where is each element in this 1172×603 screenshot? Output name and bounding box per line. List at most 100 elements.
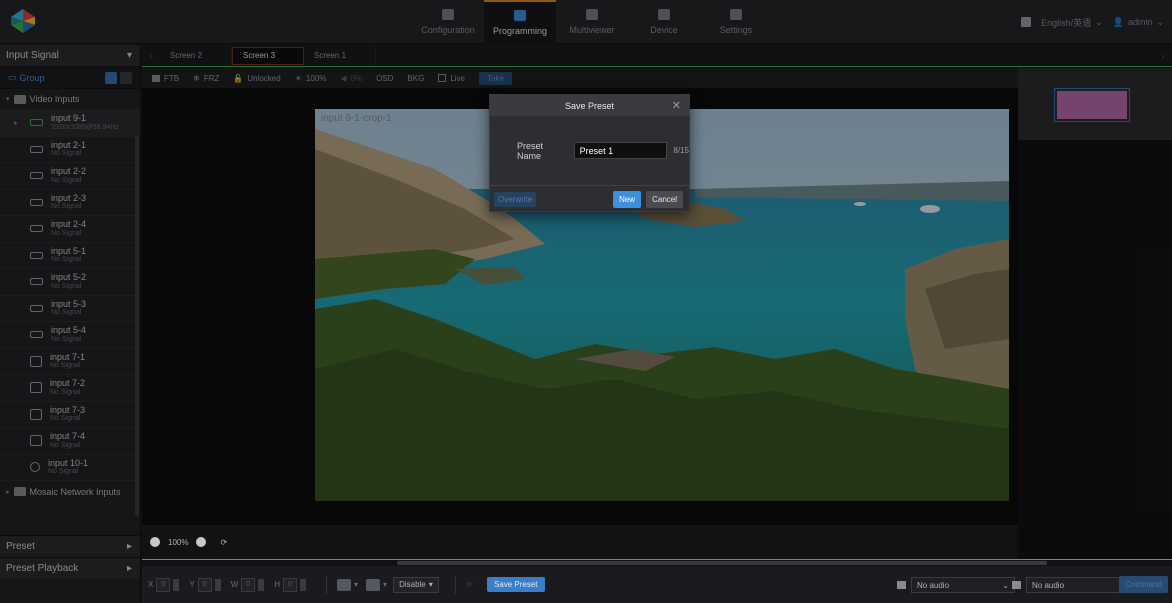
preset-playback-label: Preset Playback <box>6 563 79 574</box>
input-signal-status: No Signal <box>50 441 81 449</box>
preset-section[interactable]: Preset ▸ <box>0 535 140 557</box>
input-item[interactable]: input 5-1 No Signal <box>0 241 140 269</box>
tab-device[interactable]: Device <box>628 0 700 44</box>
language-label: English/英语 <box>1041 17 1092 28</box>
h-spinner[interactable] <box>300 578 307 591</box>
cancel-button[interactable]: Cancel <box>646 190 683 208</box>
tab-screen-1[interactable]: Screen 1 <box>304 46 376 65</box>
w-input[interactable]: 0 <box>241 577 256 592</box>
sidebar-scrollbar[interactable] <box>135 136 139 516</box>
star-icon[interactable]: ☆ <box>466 580 473 589</box>
layout-icon[interactable] <box>337 578 352 591</box>
configuration-icon <box>442 9 454 20</box>
w-field[interactable]: W0 <box>231 577 265 592</box>
input-item[interactable]: input 7-1 No Signal <box>0 347 140 375</box>
zoom-in-icon[interactable] <box>196 537 207 547</box>
hdmi-port-icon <box>30 145 43 153</box>
input-name: input 5-2 <box>51 272 87 283</box>
input-item[interactable]: input 5-3 No Signal <box>0 294 140 322</box>
close-icon[interactable]: ✕ <box>672 99 681 112</box>
preset-name-input[interactable]: Preset 1 <box>573 142 668 159</box>
live-toggle[interactable]: Live <box>438 74 465 83</box>
frz-button[interactable]: ❄ FRZ <box>193 74 219 83</box>
zoom-value: 100% <box>168 537 189 547</box>
input-item[interactable]: input 7-2 No Signal <box>0 374 140 401</box>
bkg-button[interactable]: BKG <box>407 74 424 83</box>
ftb-button[interactable]: FTB <box>152 74 179 83</box>
audio-select-2[interactable]: No audio⌄ <box>1012 577 1130 593</box>
y-spinner[interactable] <box>214 578 221 591</box>
input-item[interactable]: input 10-1 No Signal <box>0 453 140 481</box>
lock-button[interactable]: 🔓 Unlocked <box>233 74 280 83</box>
reset-zoom-icon[interactable]: ⟳ <box>220 538 227 547</box>
top-right-controls: English/英语 ⌄ 👤 admin ⌄ <box>1021 0 1164 44</box>
dvi-port-icon <box>30 355 42 367</box>
chevron-down-icon[interactable]: ▾ <box>383 580 387 589</box>
input-item[interactable]: input 5-4 No Signal <box>0 321 140 348</box>
dialog-title: Save Preset <box>564 100 615 111</box>
canvas-horizontal-scrollbar[interactable] <box>142 559 1172 565</box>
input-item[interactable]: ▸ input 9-1 1920x1080@59.94Hz <box>0 109 140 136</box>
language-select[interactable]: English/英语 ⌄ <box>1041 16 1103 29</box>
preset-playback-section[interactable]: Preset Playback ▸ <box>0 557 140 579</box>
disable-select[interactable]: Disable ▾ <box>393 576 439 593</box>
tab-screen-3[interactable]: Screen 3 <box>232 46 304 65</box>
group-button[interactable]: ▭ Group <box>8 72 45 83</box>
x-field[interactable]: X0 <box>148 577 180 592</box>
folder-icon <box>13 487 26 496</box>
input-signal-status: No Signal <box>51 309 82 317</box>
grid-view-icon[interactable] <box>120 71 132 84</box>
new-button[interactable]: New <box>613 190 642 208</box>
tab-screen-2[interactable]: Screen 2 <box>160 46 232 65</box>
input-signal-status: No Signal <box>51 150 82 158</box>
osd-button[interactable]: OSD <box>376 74 393 83</box>
h-field[interactable]: H0 <box>274 577 307 592</box>
take-button[interactable]: Take <box>479 71 512 85</box>
input-signal-header[interactable]: Input Signal ▾ <box>0 45 140 67</box>
input-item[interactable]: input 5-2 No Signal <box>0 268 140 295</box>
overwrite-button[interactable]: Overwrite <box>494 191 537 207</box>
chevron-down-icon: ▾ <box>428 580 433 589</box>
audio-select-1[interactable]: No audio ⌄ <box>897 577 1015 593</box>
zoom-out-icon[interactable] <box>150 537 160 547</box>
caret-right-icon[interactable]: ▸ <box>14 119 22 127</box>
mosaic-network-inputs-group[interactable]: ▸ Mosaic Network Inputs <box>0 480 140 502</box>
tab-multiviewer[interactable]: Multiviewer <box>556 0 628 44</box>
screen-thumbnail[interactable] <box>1054 88 1130 122</box>
settings-icon <box>730 9 742 20</box>
live-checkbox[interactable] <box>438 74 447 82</box>
volume-control[interactable]: ◀ 0% <box>340 74 362 83</box>
speaker-icon <box>897 581 906 589</box>
user-menu[interactable]: 👤 admin ⌄ <box>1113 17 1164 28</box>
input-item[interactable]: input 7-4 No Signal <box>0 427 140 454</box>
chevron-down-icon[interactable]: ▾ <box>354 580 358 589</box>
chevron-right-icon[interactable]: › <box>1154 51 1172 61</box>
tab-configuration[interactable]: Configuration <box>412 0 484 44</box>
chevron-left-icon[interactable]: ‹ <box>142 51 160 61</box>
w-spinner[interactable] <box>258 578 265 591</box>
x-input[interactable]: 0 <box>156 577 171 592</box>
scroll-thumb[interactable] <box>397 561 1047 565</box>
tab-programming[interactable]: Programming <box>484 0 556 44</box>
input-item[interactable]: input 7-3 No Signal <box>0 400 140 428</box>
h-input[interactable]: 0 <box>283 577 298 592</box>
list-view-icon[interactable] <box>105 71 117 84</box>
chevron-down-icon: ⌄ <box>1095 16 1103 27</box>
input-item[interactable]: input 2-2 No Signal <box>0 162 140 189</box>
input-item[interactable]: input 2-4 No Signal <box>0 215 140 242</box>
command-button[interactable]: Command <box>1119 576 1168 593</box>
unlock-icon: 🔓 <box>233 73 244 83</box>
brightness-control[interactable]: ☀ 100% <box>295 74 327 83</box>
crop-icon[interactable] <box>366 578 381 591</box>
save-icon[interactable] <box>1021 17 1032 27</box>
x-spinner[interactable] <box>173 578 180 591</box>
video-inputs-group[interactable]: ▾ Video Inputs <box>0 89 140 109</box>
layer-properties-bar: X0 Y0 W0 H0 ▾ ▾ Disable ▾ ☆ Save Preset N… <box>142 566 1172 603</box>
input-name: input 7-3 <box>50 404 86 415</box>
input-item[interactable]: input 2-3 No Signal <box>0 188 140 216</box>
save-preset-button[interactable]: Save Preset <box>486 577 545 592</box>
y-field[interactable]: Y0 <box>189 577 221 592</box>
y-input[interactable]: 0 <box>197 577 212 592</box>
input-item[interactable]: input 2-1 No Signal <box>0 135 140 163</box>
tab-settings[interactable]: Settings <box>700 0 772 44</box>
